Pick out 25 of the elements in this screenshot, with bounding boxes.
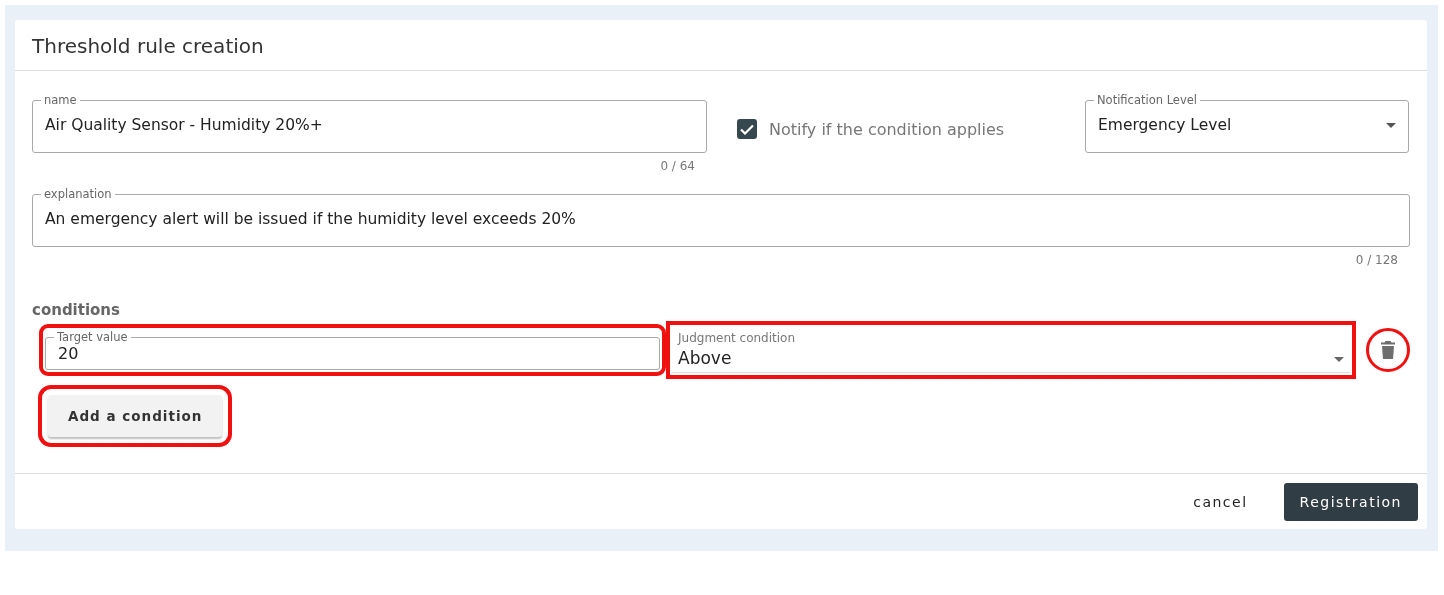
field-value: 20 <box>58 344 80 365</box>
text-field[interactable]: explanation An emergency alert will be issued if the humidity level exceeds 20% <box>32 187 1410 247</box>
checkbox-label: Notify if the condition applies <box>769 119 1005 139</box>
caret-icon <box>1386 123 1396 128</box>
dialog-title: Threshold rule creation <box>32 34 265 58</box>
trash-icon <box>1381 341 1395 359</box>
char-counter: 0 / 64 <box>659 158 696 173</box>
cancel-button[interactable]: cancel <box>1187 484 1254 520</box>
char-counter: 0 / 128 <box>1354 252 1399 267</box>
section-heading: conditions <box>32 301 121 319</box>
checkbox[interactable] <box>737 119 757 139</box>
caret-icon <box>1334 357 1344 362</box>
field-value: Air Quality Sensor - Humidity 20%+ <box>45 115 324 136</box>
select-field[interactable]: Judgment condition Above <box>672 327 1350 373</box>
field-label: Notification Level <box>1096 93 1198 107</box>
select-field[interactable]: Notification Level Emergency Level <box>1085 93 1409 153</box>
field-value: An emergency alert will be issued if the humidity level exceeds 20% <box>45 209 577 230</box>
delete-button[interactable] <box>1366 328 1410 372</box>
field-value: Emergency Level <box>1098 115 1233 136</box>
field-label: Judgment condition <box>678 331 797 345</box>
field-value: Above <box>678 347 733 368</box>
registration-button[interactable]: Registration <box>1283 483 1418 521</box>
field-label: explanation <box>43 187 113 201</box>
field-label: name <box>43 93 78 107</box>
field-label: Target value <box>56 330 129 344</box>
